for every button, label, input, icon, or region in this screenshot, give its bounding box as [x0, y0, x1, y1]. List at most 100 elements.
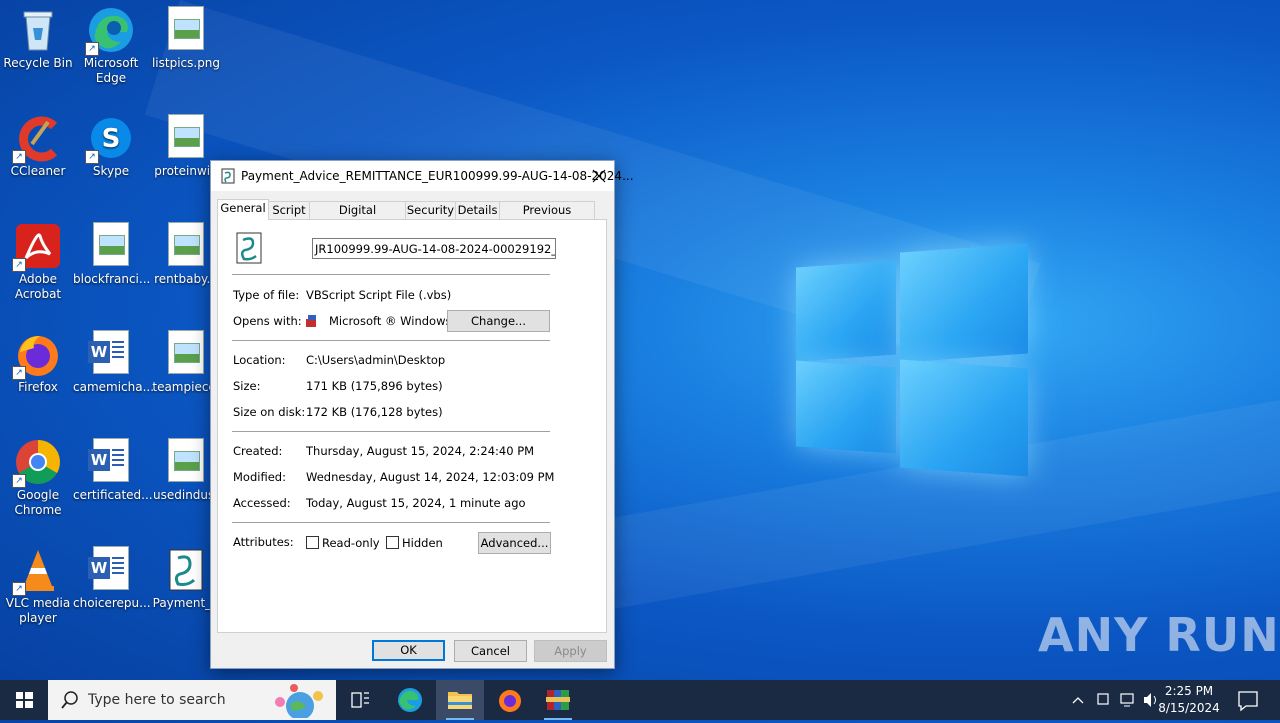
recycle-bin-icon — [14, 6, 62, 54]
hidden-label[interactable]: Hidden — [402, 536, 443, 550]
readonly-label[interactable]: Read-only — [322, 536, 380, 550]
desktop-icon-label: Adobe Acrobat — [14, 272, 62, 301]
modified-value: Wednesday, August 14, 2024, 12:03:09 PM — [306, 470, 555, 484]
chrome-icon: ↗ — [12, 438, 62, 488]
acrobat-icon: ↗ — [12, 222, 62, 272]
desktop-icon-label: Firefox — [18, 380, 58, 394]
hidden-checkbox[interactable] — [386, 536, 399, 549]
search-placeholder: Type here to search — [88, 692, 226, 708]
image-file-icon — [162, 114, 210, 162]
accessed-value: Today, August 15, 2024, 1 minute ago — [306, 496, 526, 510]
search-highlight-art-icon — [260, 682, 332, 720]
firefox-icon — [499, 690, 521, 712]
taskbar-clock[interactable]: 2:25 PM 8/15/2024 — [1154, 683, 1224, 717]
vbscript-file-icon — [162, 546, 210, 594]
word-document-icon: W — [87, 330, 135, 378]
desktop-icon-label: camemicha... — [73, 380, 155, 394]
edge-icon: ↗ — [85, 6, 135, 56]
location-label: Location: — [233, 353, 286, 367]
windows-start-icon — [16, 692, 33, 708]
created-value: Thursday, August 15, 2024, 2:24:40 PM — [306, 444, 535, 458]
windows-wallpaper-logo — [796, 240, 1030, 480]
shortcut-arrow-icon: ↗ — [12, 258, 26, 272]
tab-previous-versions[interactable]: Previous Versions — [499, 201, 595, 234]
accessed-label: Accessed: — [233, 496, 291, 510]
folder-icon — [448, 692, 472, 709]
size-label: Size: — [233, 379, 261, 393]
taskbar-firefox[interactable] — [486, 680, 534, 720]
taskbar-winrar[interactable] — [534, 680, 582, 720]
vlc-icon: ↗ — [12, 546, 62, 596]
tray-network-icon[interactable] — [1114, 680, 1140, 720]
separator — [232, 431, 550, 432]
taskbar: Type here to search 2:25 PM 8/15/2024 — [0, 680, 1280, 720]
desktop-icon-camemicha[interactable]: W camemicha... — [73, 324, 155, 395]
svg-text:S: S — [102, 124, 121, 154]
desktop-icon-label: blockfranci... — [73, 272, 151, 286]
dialog-titlebar[interactable]: Payment_Advice_REMITTANCE_EUR100999.99-A… — [211, 161, 634, 191]
properties-dialog: Payment_Advice_REMITTANCE_EUR100999.99-A… — [210, 160, 634, 669]
shortcut-arrow-icon: ↗ — [85, 150, 99, 164]
separator — [232, 274, 550, 275]
desktop-icon-label: CCleaner — [10, 164, 66, 178]
advanced-button[interactable]: Advanced... — [478, 532, 551, 554]
skype-icon: S ↗ — [85, 114, 135, 164]
separator — [232, 340, 550, 341]
winrar-icon — [546, 690, 570, 710]
taskbar-edge[interactable] — [386, 680, 434, 720]
created-label: Created: — [233, 444, 283, 458]
tray-chevron-icon[interactable] — [1066, 680, 1092, 720]
tab-script[interactable]: Script — [268, 201, 310, 219]
notification-center-button[interactable] — [1224, 680, 1272, 720]
file-type-icon — [234, 232, 264, 267]
desktop-icon-adobe-acrobat[interactable]: ↗ Adobe Acrobat — [0, 216, 76, 302]
tab-details[interactable]: Details — [455, 201, 500, 219]
change-button[interactable]: Change... — [447, 310, 550, 332]
desktop-icon-blockfranci[interactable]: blockfranci... — [73, 216, 151, 287]
desktop-icon-label: Google Chrome — [14, 488, 62, 517]
type-label: Type of file: — [233, 288, 300, 302]
size-on-disk-value: 172 KB (176,128 bytes) — [306, 405, 443, 419]
desktop-icon-google-chrome[interactable]: ↗ Google Chrome — [0, 432, 76, 518]
tab-general[interactable]: General — [217, 199, 269, 220]
opens-with-label: Opens with: — [233, 314, 302, 328]
desktop-icon-label: choicerepu... — [73, 596, 151, 610]
desktop-icon-ccleaner[interactable]: ↗ CCleaner — [0, 108, 76, 179]
tab-digital-signatures[interactable]: Digital Signatures — [309, 201, 406, 234]
script-file-icon — [221, 168, 235, 184]
cancel-button[interactable]: Cancel — [454, 640, 527, 662]
start-button[interactable] — [0, 680, 48, 720]
apply-button[interactable]: Apply — [534, 640, 607, 662]
task-view-button[interactable] — [336, 680, 384, 720]
close-button[interactable] — [584, 161, 614, 191]
ok-button[interactable]: OK — [372, 640, 445, 661]
desktop-icon-vlc[interactable]: ↗ VLC media player — [0, 540, 76, 626]
shortcut-arrow-icon: ↗ — [85, 42, 99, 56]
windows-script-host-icon — [306, 315, 320, 327]
search-icon — [60, 690, 80, 710]
desktop-icon-skype[interactable]: S ↗ Skype — [73, 108, 149, 179]
size-value: 171 KB (175,896 bytes) — [306, 379, 443, 393]
attributes-label: Attributes: — [233, 535, 294, 549]
desktop-icon-choicerepu[interactable]: W choicerepu... — [73, 540, 151, 611]
word-document-icon: W — [87, 438, 135, 486]
taskbar-search-box[interactable]: Type here to search — [48, 680, 336, 720]
desktop-icon-listpics[interactable]: listpics.png — [148, 0, 224, 71]
desktop-icon-label: Skype — [92, 164, 130, 178]
ccleaner-icon: ↗ — [12, 114, 62, 164]
desktop-icon-microsoft-edge[interactable]: ↗ Microsoft Edge — [73, 0, 149, 86]
word-document-icon: W — [87, 546, 135, 594]
desktop-icon-firefox[interactable]: ↗ Firefox — [0, 324, 76, 395]
location-value: C:\Users\admin\Desktop — [306, 353, 446, 367]
desktop-icon-label: certificated... — [73, 488, 153, 502]
tab-security[interactable]: Security — [405, 201, 456, 219]
taskbar-file-explorer[interactable] — [436, 680, 484, 720]
clock-time: 2:25 PM — [1164, 684, 1214, 698]
desktop-icon-certificated[interactable]: W certificated... — [73, 432, 153, 503]
dialog-title: Payment_Advice_REMITTANCE_EUR100999.99-A… — [241, 169, 634, 183]
clock-date: 8/15/2024 — [1158, 701, 1220, 715]
desktop-icon-recycle-bin[interactable]: Recycle Bin — [0, 0, 76, 71]
general-tab-panel: JR100999.99-AUG-14-08-2024-00029192_pdf.… — [217, 219, 607, 633]
readonly-checkbox[interactable] — [306, 536, 319, 549]
filename-input[interactable]: JR100999.99-AUG-14-08-2024-00029192_pdf.… — [312, 238, 556, 259]
